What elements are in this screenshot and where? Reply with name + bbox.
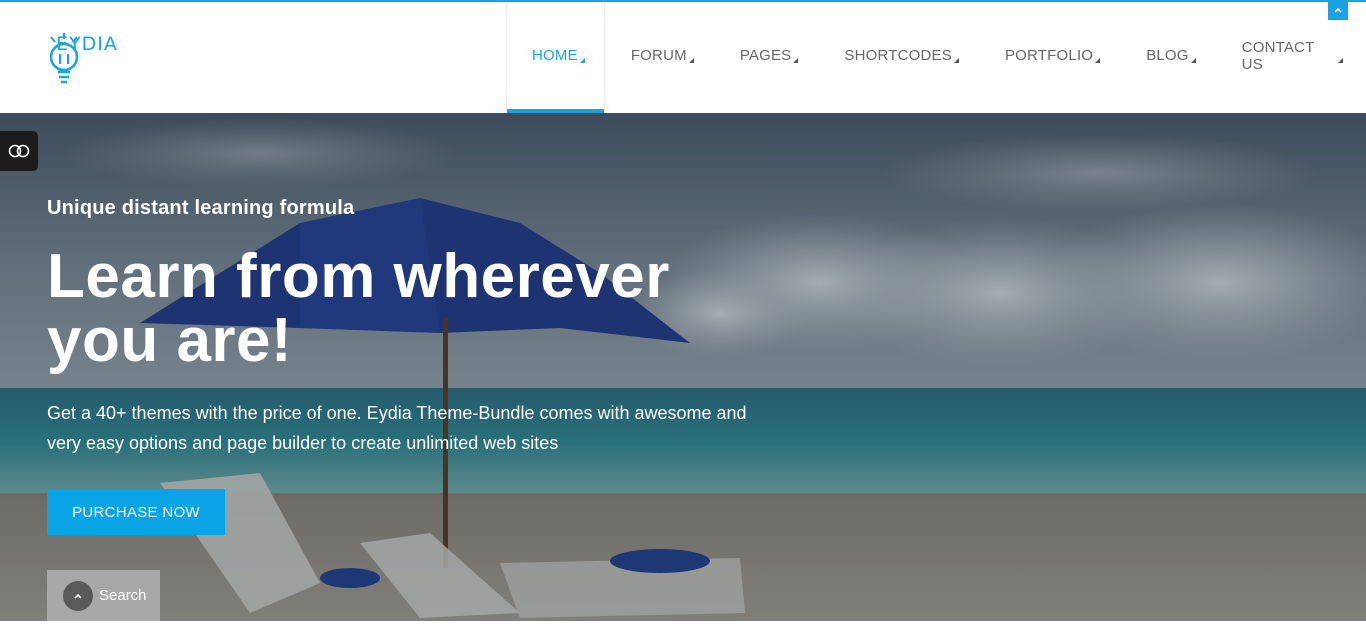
- nav-item-label: PORTFOLIO: [1004, 47, 1094, 64]
- purchase-now-button[interactable]: PURCHASE NOW: [47, 489, 225, 535]
- chevron-up-icon: [1334, 7, 1342, 13]
- dropdown-triangle-icon: [579, 58, 585, 63]
- hero-headline: Learn from wherever you are!: [47, 242, 670, 375]
- site-header: EYDIA HOME FORUM PAGES SHORTCODES PORTFO…: [0, 2, 1366, 113]
- nav-item-label: CONTACT US: [1241, 38, 1315, 73]
- search-label: Search: [99, 587, 147, 604]
- dropdown-triangle-icon: [688, 58, 694, 63]
- bottom-strip: [0, 621, 1366, 633]
- main-navigation: HOME FORUM PAGES SHORTCODES PORTFOLIO BL…: [506, 2, 1366, 113]
- nav-item-label: BLOG: [1146, 47, 1189, 64]
- hero-subtitle: Unique distant learning formula: [47, 197, 355, 219]
- nav-item-label: FORUM: [630, 47, 687, 64]
- dropdown-triangle-icon: [953, 58, 959, 63]
- nav-item-pages[interactable]: PAGES: [717, 2, 822, 113]
- nav-item-blog[interactable]: BLOG: [1123, 2, 1218, 113]
- nav-item-label: HOME: [532, 47, 578, 64]
- dropdown-triangle-icon: [1190, 58, 1196, 63]
- toggle-icon: [8, 144, 30, 158]
- scroll-to-top-button[interactable]: [1328, 0, 1348, 20]
- search-button[interactable]: Search: [47, 570, 160, 621]
- settings-toggle-tab[interactable]: [0, 131, 38, 171]
- nav-item-forum[interactable]: FORUM: [608, 2, 717, 113]
- dropdown-triangle-icon: [1338, 58, 1343, 63]
- dropdown-triangle-icon: [1095, 58, 1101, 63]
- nav-item-label: SHORTCODES: [844, 47, 952, 64]
- nav-item-portfolio[interactable]: PORTFOLIO: [982, 2, 1123, 113]
- brand-name[interactable]: EYDIA: [56, 33, 118, 55]
- chevron-up-icon: [63, 580, 93, 611]
- nav-item-label: PAGES: [739, 47, 792, 64]
- hero-description: Get a 40+ themes with the price of one. …: [47, 403, 747, 453]
- nav-item-home[interactable]: HOME: [506, 2, 605, 113]
- dropdown-triangle-icon: [793, 58, 799, 63]
- nav-item-shortcodes[interactable]: SHORTCODES: [821, 2, 982, 113]
